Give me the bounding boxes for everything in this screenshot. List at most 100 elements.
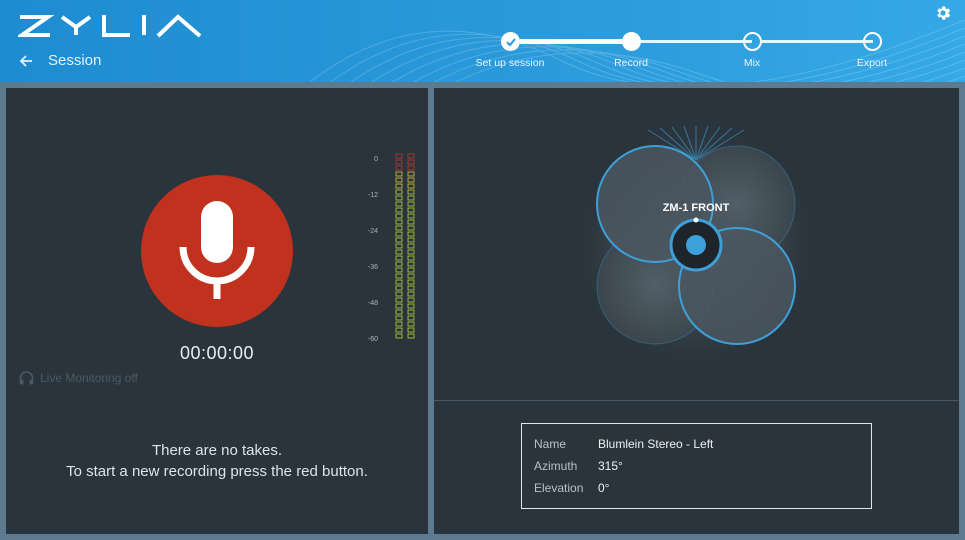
meter-cell <box>407 201 415 207</box>
meter-cell <box>407 159 415 165</box>
live-monitoring-label: Live Monitoring off <box>40 371 138 385</box>
step-connector <box>761 40 873 43</box>
meter-cell <box>407 183 415 189</box>
meter-cell <box>407 195 415 201</box>
empty-takes-message: There are no takes. To start a new recor… <box>6 440 428 482</box>
panel-divider <box>434 400 959 401</box>
meter-cells <box>395 153 415 339</box>
zylia-logo <box>18 14 202 38</box>
meter-cell <box>395 333 403 339</box>
empty-takes-line2: To start a new recording press the red b… <box>66 463 368 480</box>
meter-cell <box>395 297 403 303</box>
meter-cell <box>395 261 403 267</box>
meter-cell <box>395 231 403 237</box>
meter-cell <box>407 333 415 339</box>
meter-tick-label: -12 <box>368 192 378 199</box>
virtual-mic-handle[interactable] <box>693 217 699 223</box>
meter-cell <box>407 327 415 333</box>
step-connector <box>640 40 752 43</box>
step-mix-dot[interactable] <box>743 32 762 51</box>
meter-cell <box>407 309 415 315</box>
gear-icon[interactable] <box>934 4 952 22</box>
meter-cell <box>395 285 403 291</box>
step-setup-dot[interactable] <box>501 32 520 51</box>
meter-cell <box>395 201 403 207</box>
meter-cell <box>407 291 415 297</box>
level-meter: 0 -12 -24 -36 -48 -60 <box>368 153 415 343</box>
headphones-icon <box>19 371 34 385</box>
meter-cell <box>395 225 403 231</box>
meter-cell <box>407 171 415 177</box>
step-connector-done <box>520 39 632 44</box>
meter-cell <box>407 267 415 273</box>
meter-cell <box>395 177 403 183</box>
info-row-elevation: Elevation 0° <box>534 481 609 495</box>
meter-cell <box>395 183 403 189</box>
meter-cell <box>395 219 403 225</box>
progress-stepper: Set up session Record Mix Export <box>470 30 910 74</box>
meter-cell <box>407 225 415 231</box>
back-button[interactable]: Session <box>18 52 101 69</box>
info-row-azimuth: Azimuth 315° <box>534 459 623 473</box>
meter-tick-label: -24 <box>368 228 378 235</box>
virtual-mic-label: ZM-1 FRONT <box>663 202 730 214</box>
meter-cell <box>395 279 403 285</box>
meter-cell <box>395 153 403 159</box>
info-row-name: Name Blumlein Stereo - Left <box>534 437 713 451</box>
meter-cell <box>407 261 415 267</box>
virtual-mic-info-box: Name Blumlein Stereo - Left Azimuth 315°… <box>521 423 872 509</box>
meter-cell <box>407 237 415 243</box>
meter-tick-label: -48 <box>368 300 378 307</box>
meter-cell <box>395 303 403 309</box>
meter-cell <box>407 249 415 255</box>
meter-cell <box>407 273 415 279</box>
meter-cell <box>395 165 403 171</box>
check-icon <box>505 37 516 46</box>
meter-cell <box>407 297 415 303</box>
meter-tick-label: -36 <box>368 264 378 271</box>
microphone-icon <box>179 201 255 299</box>
recorder-panel: 00:00:00 Live Monitoring off 0 -12 -24 -… <box>6 88 428 534</box>
meter-cell <box>395 267 403 273</box>
meter-cell <box>407 231 415 237</box>
meter-cell <box>407 303 415 309</box>
meter-tick-label: 0 <box>374 156 378 163</box>
app-header: Session Set up session Record Mix Export <box>0 0 965 82</box>
meter-cell <box>407 207 415 213</box>
step-export-label[interactable]: Export <box>857 57 887 69</box>
meter-cell <box>407 219 415 225</box>
back-arrow-icon <box>19 54 32 67</box>
meter-cell <box>407 165 415 171</box>
meter-cell <box>395 315 403 321</box>
step-export-dot[interactable] <box>863 32 882 51</box>
meter-cell <box>395 213 403 219</box>
meter-cell <box>407 153 415 159</box>
info-name-value: Blumlein Stereo - Left <box>598 437 714 451</box>
meter-cell <box>395 207 403 213</box>
info-elevation-value: 0° <box>598 481 610 495</box>
meter-cell <box>395 243 403 249</box>
mic-view-panel: ZM-1 FRONT Name Blumlein Stereo - Left A… <box>434 88 959 534</box>
meter-cell <box>407 285 415 291</box>
step-setup-label[interactable]: Set up session <box>476 57 545 69</box>
virtual-mic-dot <box>686 235 706 255</box>
info-azimuth-key: Azimuth <box>534 459 578 473</box>
meter-cell <box>407 189 415 195</box>
polar-pattern-view[interactable]: ZM-1 FRONT <box>434 88 959 388</box>
live-monitoring-toggle[interactable]: Live Monitoring off <box>19 371 138 385</box>
meter-cell <box>395 189 403 195</box>
meter-cell <box>395 171 403 177</box>
meter-tick-label: -60 <box>368 336 378 343</box>
meter-cell <box>395 327 403 333</box>
empty-takes-line1: There are no takes. <box>151 442 283 459</box>
step-record-dot[interactable] <box>622 32 641 51</box>
meter-cell <box>395 195 403 201</box>
meter-cell <box>407 315 415 321</box>
info-name-key: Name <box>534 437 567 451</box>
meter-cell <box>395 291 403 297</box>
step-record-label[interactable]: Record <box>614 57 648 69</box>
meter-cell <box>407 243 415 249</box>
info-elevation-key: Elevation <box>534 481 584 495</box>
record-button[interactable] <box>141 175 293 327</box>
step-mix-label[interactable]: Mix <box>744 57 760 69</box>
